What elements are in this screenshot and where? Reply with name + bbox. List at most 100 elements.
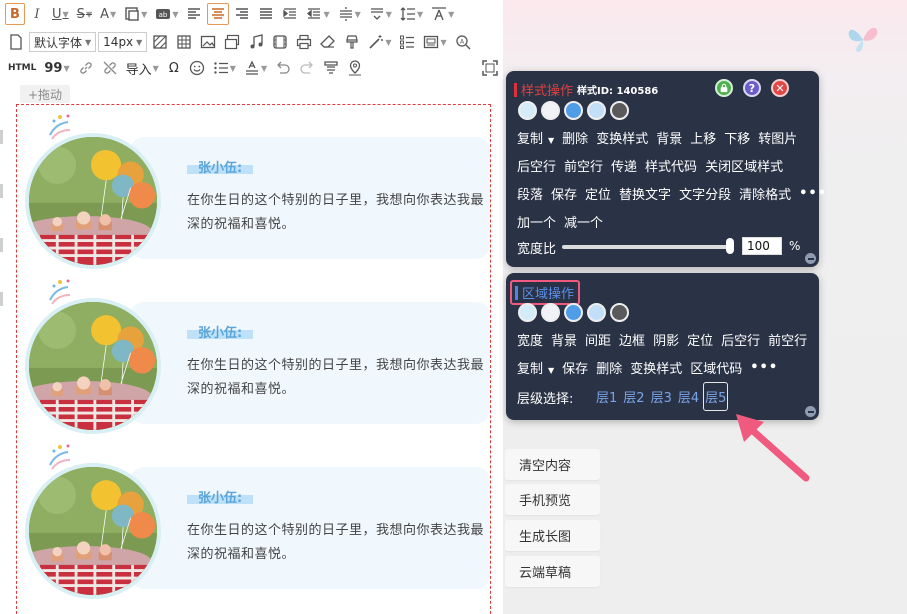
multi-image-button[interactable] [221, 31, 243, 53]
area-background-button[interactable]: 背景 [551, 330, 577, 349]
color-swatch[interactable] [610, 303, 629, 322]
greeting-card[interactable]: 张小伍: 在你生日的这个特别的日子里，我想向你表达我最深的祝福和喜悦。 [22, 270, 490, 434]
to-image-button[interactable]: 转图片 [758, 128, 797, 147]
area-copy-button[interactable]: 复制 ▼ [517, 358, 554, 377]
close-area-style-button[interactable]: 关闭区域样式 [705, 156, 783, 175]
split-text-button[interactable]: 文字分段 [679, 184, 731, 203]
generate-long-image-button[interactable]: 生成长图 [505, 520, 600, 551]
close-icon[interactable]: ✕ [771, 79, 789, 97]
replace-text-button[interactable]: 替换文字 [619, 184, 671, 203]
pass-button[interactable]: 传递 [611, 156, 637, 175]
blank-line-after-button[interactable]: 后空行 [517, 156, 556, 175]
copy-button[interactable]: 复制 ▼ [517, 128, 554, 147]
video-button[interactable] [269, 31, 291, 53]
paragraph-button[interactable]: 段落 [517, 184, 543, 203]
color-swatch[interactable] [518, 101, 537, 120]
paragraph-format-button[interactable]: ▼ [241, 57, 270, 79]
area-save-button[interactable]: 保存 [562, 358, 588, 377]
width-ratio-slider-thumb[interactable] [726, 238, 734, 254]
import-button[interactable]: 导入 ▼ [123, 57, 162, 79]
strikethrough-button[interactable]: S ▼ [74, 3, 95, 25]
template-button[interactable] [320, 57, 342, 79]
area-delete-button[interactable]: 删除 [596, 358, 622, 377]
color-swatch[interactable] [541, 303, 560, 322]
print-button[interactable] [293, 31, 315, 53]
italic-button[interactable]: I [27, 3, 47, 25]
greeting-card[interactable]: 张小伍: 在你生日的这个特别的日子里，我想向你表达我最深的祝福和喜悦。 [22, 435, 490, 599]
color-swatch[interactable] [587, 303, 606, 322]
table-button[interactable] [173, 31, 195, 53]
quote-button[interactable]: 99 ▼ [41, 57, 72, 79]
color-swatch[interactable] [610, 101, 629, 120]
style-code-button[interactable]: 样式代码 [645, 156, 697, 175]
paragraph-spacing-button[interactable]: ▼ [335, 3, 364, 25]
move-up-button[interactable]: 上移 [690, 128, 716, 147]
align-left-button[interactable] [183, 3, 205, 25]
more-icon[interactable]: ••• [799, 186, 827, 201]
area-blank-after-button[interactable]: 后空行 [721, 330, 760, 349]
color-swatch[interactable] [587, 101, 606, 120]
music-button[interactable] [245, 31, 267, 53]
bullet-list-button[interactable]: ▼ [210, 57, 239, 79]
line-height-button[interactable]: ▼ [397, 3, 426, 25]
level-1-button[interactable]: 层1 [594, 382, 619, 411]
area-position-button[interactable]: 定位 [687, 330, 713, 349]
link-button[interactable] [75, 57, 97, 79]
level-2-button[interactable]: 层2 [621, 382, 646, 411]
unlink-button[interactable] [99, 57, 121, 79]
color-swatch[interactable] [518, 303, 537, 322]
spacing-after-button[interactable]: ▼ [366, 3, 395, 25]
help-icon[interactable]: ? [743, 79, 761, 97]
level-3-button[interactable]: 层3 [649, 382, 674, 411]
delete-button[interactable]: 删除 [562, 128, 588, 147]
font-size-select[interactable]: 14px ▼ [98, 32, 148, 52]
shadow-button[interactable]: 阴影 [653, 330, 679, 349]
highlight-button[interactable]: ab ▼ [152, 3, 181, 25]
map-button[interactable] [344, 57, 366, 79]
format-painter-button[interactable] [341, 31, 363, 53]
change-style-button[interactable]: 变换样式 [596, 128, 648, 147]
blank-line-before-button[interactable]: 前空行 [564, 156, 603, 175]
fullscreen-icon[interactable] [481, 59, 499, 77]
collapse-icon[interactable] [805, 253, 816, 264]
position-button[interactable]: 定位 [585, 184, 611, 203]
background-button[interactable]: 背景 [656, 128, 682, 147]
align-right-button[interactable] [231, 3, 253, 25]
html-source-button[interactable]: HTML [5, 57, 39, 79]
width-ratio-input[interactable] [742, 237, 782, 255]
search-replace-button[interactable]: A [452, 31, 474, 53]
bold-button[interactable]: B [5, 3, 25, 25]
underline-button[interactable]: U ▼ [49, 3, 72, 25]
editor-content-area[interactable]: 张小伍: 在你生日的这个特别的日子里，我想向你表达我最深的祝福和喜悦。 张小伍:… [16, 104, 491, 614]
width-button[interactable]: 宽度 [517, 330, 543, 349]
font-family-select[interactable]: 默认字体 ▼ [29, 32, 97, 52]
level-5-button[interactable]: 层5 [703, 382, 729, 411]
outdent-button[interactable]: ▼ [303, 3, 332, 25]
frame-button[interactable]: ▼ [420, 31, 449, 53]
eraser-button[interactable] [317, 31, 339, 53]
list-button[interactable] [396, 31, 418, 53]
color-swatch[interactable] [564, 101, 583, 120]
clear-style-button[interactable] [149, 31, 171, 53]
image-button[interactable] [197, 31, 219, 53]
border-button[interactable]: 边框 [619, 330, 645, 349]
background-color-button[interactable]: ▼ [121, 3, 150, 25]
clear-content-button[interactable]: 清空内容 [505, 449, 600, 480]
area-change-style-button[interactable]: 变换样式 [630, 358, 682, 377]
area-blank-before-button[interactable]: 前空行 [768, 330, 807, 349]
emoji-button[interactable] [186, 57, 208, 79]
level-4-button[interactable]: 层4 [676, 382, 701, 411]
letter-spacing-button[interactable]: ▼ [428, 3, 457, 25]
lock-icon[interactable] [715, 79, 733, 97]
save-button[interactable]: 保存 [551, 184, 577, 203]
redo-button[interactable] [296, 57, 318, 79]
move-down-button[interactable]: 下移 [724, 128, 750, 147]
remove-one-button[interactable]: 减一个 [564, 212, 603, 231]
drag-handle[interactable]: +拖动 [20, 85, 70, 103]
align-justify-button[interactable] [255, 3, 277, 25]
special-char-button[interactable]: Ω [164, 57, 184, 79]
font-color-button[interactable]: A ▼ [97, 3, 119, 25]
new-document-button[interactable] [5, 31, 27, 53]
magic-wand-button[interactable]: ▼ [365, 31, 394, 53]
add-one-button[interactable]: 加一个 [517, 212, 556, 231]
